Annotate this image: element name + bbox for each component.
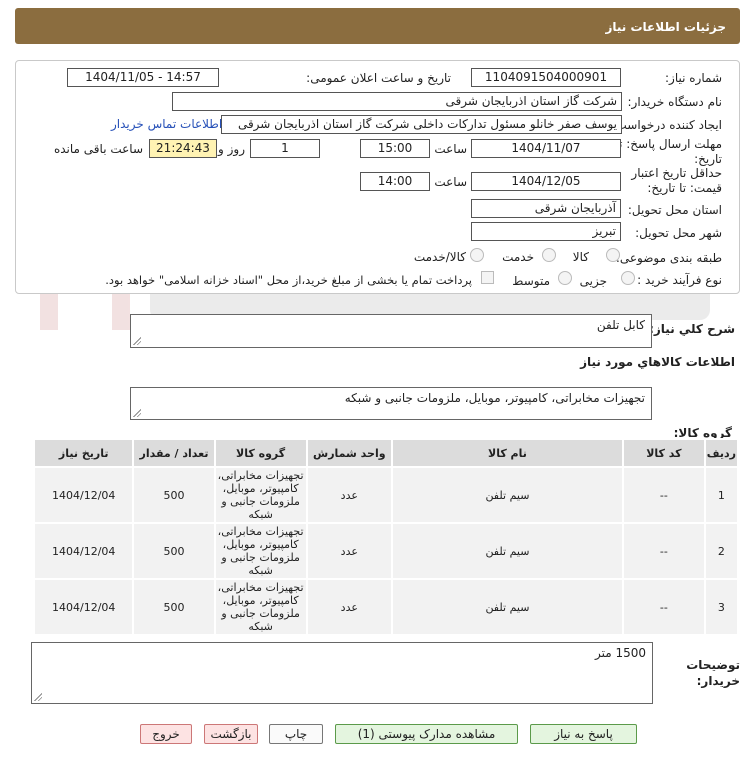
cell-date: 1404/12/04 <box>32 578 135 636</box>
buyer-label: نام دستگاه خریدار: <box>627 95 723 109</box>
cell-index: 1 <box>703 466 740 524</box>
cell-group: تجهیزات مخابراتی، کامپیوتر، موبایل، ملزو… <box>213 466 308 524</box>
cell-name: سیم تلفن <box>390 522 624 580</box>
exit-button[interactable]: خروج <box>140 724 192 744</box>
cell-group: تجهیزات مخابراتی، کامپیوتر، موبایل، ملزو… <box>213 522 308 580</box>
table-row[interactable]: 2 -- سیم تلفن عدد تجهیزات مخابراتی، کامپ… <box>32 522 740 580</box>
cell-qty: 500 <box>132 466 216 524</box>
col-header-date: تاریخ نیاز <box>32 438 135 468</box>
category-radio-goods-service[interactable] <box>470 248 484 262</box>
page-title: جزئیات اطلاعات نیاز <box>15 8 740 44</box>
buyer-notes-label-line1: توضیحات <box>686 658 740 672</box>
deadline-date-field[interactable]: 1404/11/07 <box>471 139 621 158</box>
cell-date: 1404/12/04 <box>32 522 135 580</box>
cell-code: -- <box>621 578 706 636</box>
city-field[interactable]: تبریز <box>471 222 621 241</box>
buyer-notes-text: 1500 متر <box>594 646 646 660</box>
process-radio-medium[interactable] <box>558 271 572 285</box>
time-remaining-label: ساعت باقی مانده <box>53 142 143 156</box>
deadline-label-line2: تاریخ: <box>694 152 722 166</box>
col-header-name: نام کالا <box>390 438 624 468</box>
category-radio-goods[interactable] <box>606 248 620 262</box>
table-row[interactable]: 3 -- سیم تلفن عدد تجهیزات مخابراتی، کامپ… <box>32 578 740 636</box>
cell-index: 3 <box>703 578 740 636</box>
goods-group-text: تجهیزات مخابراتی، کامپیوتر، موبایل، ملزو… <box>344 391 645 405</box>
category-option-goods: کالا <box>572 250 589 264</box>
creator-label: ایجاد کننده درخواست: <box>611 118 722 132</box>
cell-group: تجهیزات مخابراتی، کامپیوتر، موبایل، ملزو… <box>213 578 308 636</box>
cell-unit: عدد <box>305 466 393 524</box>
validity-hour-label: ساعت <box>434 175 467 189</box>
need-number-field[interactable]: 1104091504000901 <box>471 68 621 87</box>
goods-group-textbox[interactable]: تجهیزات مخابراتی، کامپیوتر، موبایل، ملزو… <box>130 387 652 420</box>
cell-unit: عدد <box>305 522 393 580</box>
description-text: کابل تلفن <box>596 318 645 332</box>
buyer-field[interactable]: شرکت گاز استان اذربایجان شرقی <box>172 92 622 111</box>
goods-section-title: اطلاعات کالاهاي مورد نياز <box>580 355 735 369</box>
announce-label: تاریخ و ساعت اعلان عمومی: <box>306 71 451 85</box>
cell-code: -- <box>621 522 706 580</box>
validity-date-field[interactable]: 1404/12/05 <box>471 172 621 191</box>
process-label: نوع فرآیند خرید : <box>637 273 722 287</box>
process-option-minor: جزیی <box>579 274 607 288</box>
process-radio-minor[interactable] <box>621 271 635 285</box>
creator-field[interactable]: یوسف صفر خانلو مسئول تدارکات داخلی شرکت … <box>221 115 622 134</box>
cell-code: -- <box>621 466 706 524</box>
process-option-medium: متوسط <box>512 274 550 288</box>
deadline-time-field[interactable]: 15:00 <box>360 139 430 158</box>
cell-qty: 500 <box>132 578 216 636</box>
announce-datetime-field[interactable]: 1404/11/05 - 14:57 <box>67 68 219 87</box>
resize-grip-icon[interactable] <box>133 409 141 417</box>
cell-index: 2 <box>703 522 740 580</box>
category-radio-service[interactable] <box>542 248 556 262</box>
days-remaining-field[interactable]: 1 <box>250 139 320 158</box>
col-header-code: کد کالا <box>621 438 706 468</box>
validity-label-line2: قیمت: تا تاریخ: <box>647 181 722 195</box>
table-row[interactable]: 1 -- سیم تلفن عدد تجهیزات مخابراتی، کامپ… <box>32 466 740 524</box>
buyer-contact-link[interactable]: اطلاعات تماس خریدار <box>111 117 222 131</box>
col-header-qty: تعداد / مقدار <box>132 438 216 468</box>
cell-name: سیم تلفن <box>390 466 624 524</box>
city-label: شهر محل تحویل: <box>635 226 722 240</box>
goods-table: ردیف کد کالا نام کالا واحد شمارش گروه کا… <box>32 438 740 636</box>
cell-unit: عدد <box>305 578 393 636</box>
province-field[interactable]: آذربایجان شرقی <box>471 199 621 218</box>
deadline-label-line1: مهلت ارسال پاسخ: تا <box>615 137 722 151</box>
time-remaining-field: 21:24:43 <box>149 139 217 158</box>
resize-grip-icon[interactable] <box>133 337 141 345</box>
resize-grip-icon[interactable] <box>34 693 42 701</box>
need-number-label: شماره نیاز: <box>665 71 722 85</box>
cell-name: سیم تلفن <box>390 578 624 636</box>
view-attachments-button[interactable]: مشاهده مدارک پیوستی (1) <box>335 724 518 744</box>
validity-label-line1: حداقل تاریخ اعتبار <box>631 166 722 180</box>
description-label: شرح کلي نياز: <box>649 322 735 336</box>
description-textbox[interactable]: کابل تلفن <box>130 314 652 348</box>
category-option-goods-service: کالا/خدمت <box>413 250 466 264</box>
category-option-service: خدمت <box>502 250 534 264</box>
validity-time-field[interactable]: 14:00 <box>360 172 430 191</box>
buyer-notes-textbox[interactable]: 1500 متر <box>31 642 653 704</box>
treasury-payment-note: پرداخت تمام یا بخشی از مبلغ خرید،از محل … <box>105 273 472 287</box>
treasury-payment-checkbox[interactable] <box>481 271 494 284</box>
back-button[interactable]: بازگشت <box>204 724 258 744</box>
col-header-group: گروه کالا <box>213 438 308 468</box>
category-label: طبقه بندی موضوعی: <box>615 251 722 265</box>
table-header-row: ردیف کد کالا نام کالا واحد شمارش گروه کا… <box>32 438 740 468</box>
col-header-unit: واحد شمارش <box>305 438 393 468</box>
cell-date: 1404/12/04 <box>32 466 135 524</box>
print-button[interactable]: چاپ <box>269 724 323 744</box>
province-label: استان محل تحویل: <box>627 203 722 217</box>
col-header-index: ردیف <box>703 438 740 468</box>
cell-qty: 500 <box>132 522 216 580</box>
buyer-notes-label-line2: خریدار: <box>696 674 740 688</box>
days-label: روز و <box>218 142 245 156</box>
respond-button[interactable]: پاسخ به نیاز <box>530 724 637 744</box>
deadline-hour-label: ساعت <box>434 142 467 156</box>
